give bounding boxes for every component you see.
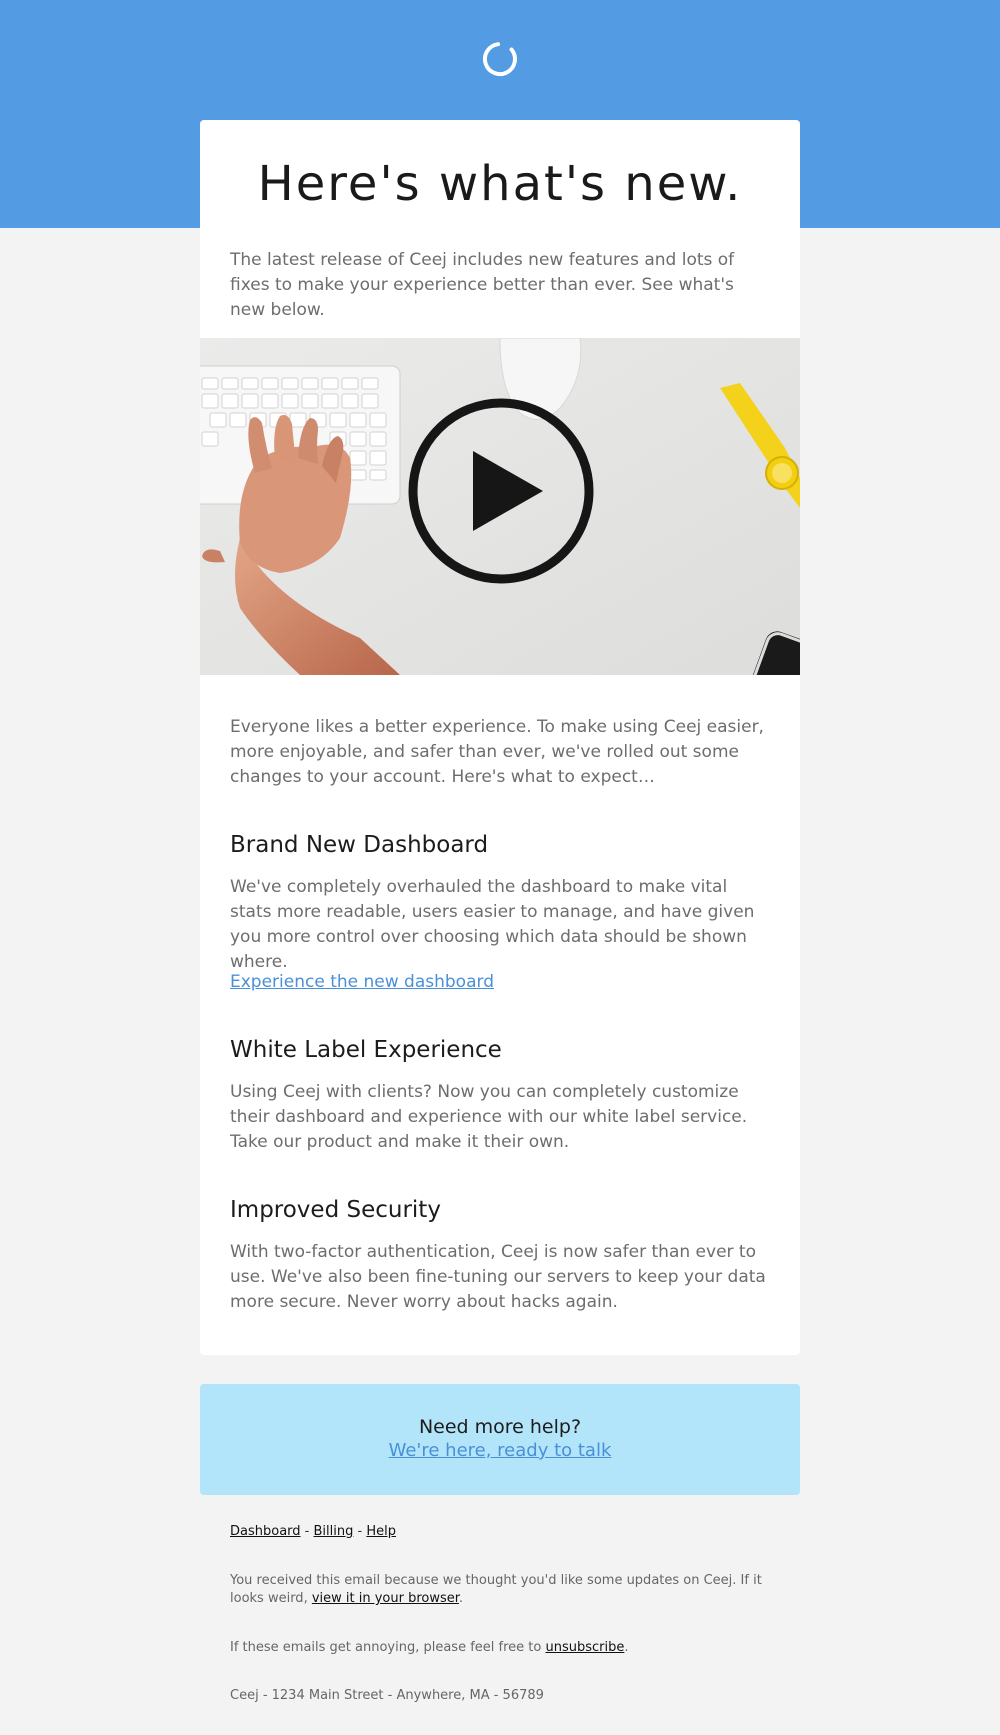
dashboard-link[interactable]: Experience the new dashboard <box>230 970 494 995</box>
footer-separator: - <box>300 1524 314 1539</box>
section-body-white-label: Using Ceej with clients? Now you can com… <box>230 1082 748 1152</box>
footer-address: Ceej - 1234 Main Street - Anywhere, MA -… <box>230 1688 544 1703</box>
footer-why-body: You received this email because we thoug… <box>230 1573 762 1606</box>
intro-text: The latest release of Ceej includes new … <box>230 250 735 320</box>
footer-link-help[interactable]: Help <box>366 1524 396 1539</box>
footer-why-text: You received this email because we thoug… <box>230 1572 770 1608</box>
spinner-arc-icon <box>482 42 517 77</box>
content-card: Here's what's new. The latest release of… <box>200 120 800 1355</box>
footer-link-dashboard[interactable]: Dashboard <box>230 1524 301 1539</box>
section-body-security: With two-factor authentication, Ceej is … <box>230 1242 766 1312</box>
unsubscribe-link[interactable]: unsubscribe <box>545 1640 624 1655</box>
footer-link-billing[interactable]: Billing <box>314 1524 354 1539</box>
section-title-security: Improved Security <box>230 1197 441 1223</box>
section-title-dashboard: Brand New Dashboard <box>230 832 489 858</box>
footer-unsubscribe-text: If these emails get annoying, please fee… <box>230 1639 770 1657</box>
section-title-white-label: White Label Experience <box>230 1037 502 1063</box>
page-title: Here's what's new. <box>257 156 743 212</box>
footer-unsub-end: . <box>624 1640 629 1655</box>
footer-nav: Dashboard - Billing - Help <box>230 1523 770 1541</box>
footer-unsub-body: If these emails get annoying, please fee… <box>230 1640 542 1655</box>
footer-separator: - <box>353 1524 367 1539</box>
lead-text: Everyone likes a better experience. To m… <box>230 717 764 787</box>
contact-link[interactable]: We're here, ready to talk <box>389 1440 612 1461</box>
footer-why-end: . <box>458 1591 464 1606</box>
view-in-browser-link[interactable]: view it in your browser <box>312 1591 459 1606</box>
help-box: Need more help? We're here, ready to tal… <box>200 1384 800 1495</box>
help-title: Need more help? <box>418 1416 582 1438</box>
section-body-dashboard: We've completely overhauled the dashboar… <box>230 877 755 972</box>
hero-video-thumbnail[interactable] <box>200 338 800 675</box>
